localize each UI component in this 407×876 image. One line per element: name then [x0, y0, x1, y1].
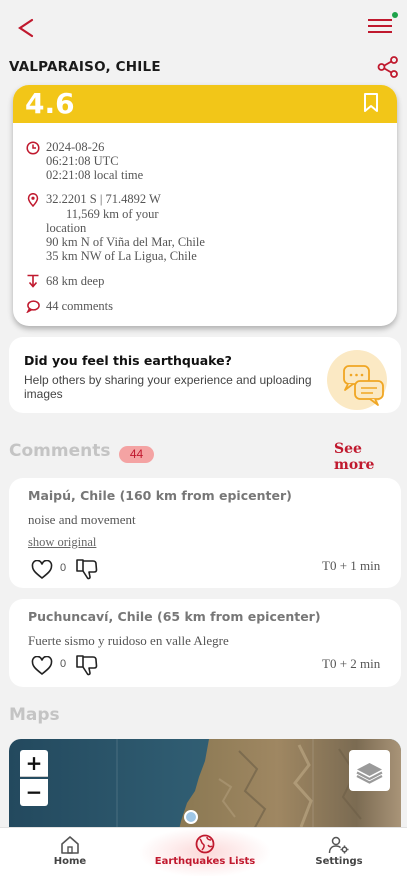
like-count: 0 — [60, 562, 67, 574]
did-you-feel-card[interactable]: Did you feel this earthquake? Help other… — [9, 337, 401, 413]
location-title: VALPARAISO, CHILE — [9, 59, 161, 75]
back-chevron-icon[interactable] — [14, 14, 38, 42]
zoom-out-button[interactable]: − — [20, 779, 48, 806]
feel-description: Help others by sharing your experience a… — [24, 373, 312, 401]
location-pin-icon — [27, 193, 39, 207]
quake-comment-count[interactable]: 44 comments — [46, 299, 113, 314]
comments-count-badge: 44 — [119, 446, 154, 463]
comment-location: Puchuncaví, Chile (65 km from epicenter) — [28, 609, 321, 624]
notification-dot — [392, 12, 398, 18]
depth-arrow-icon — [27, 274, 39, 288]
quake-coordinates: 32.2201 S | 71.4892 W — [46, 192, 161, 206]
see-more-link[interactable]: See more — [334, 441, 407, 473]
clock-icon — [26, 141, 40, 155]
bookmark-icon[interactable] — [363, 93, 379, 113]
nav-settings[interactable]: Settings — [270, 828, 407, 876]
maps-heading: Maps — [9, 705, 60, 725]
comments-heading: Comments — [9, 441, 111, 461]
thumbs-down-icon[interactable] — [75, 654, 99, 676]
map-layers-button[interactable] — [349, 750, 390, 791]
nav-earthquakes-lists[interactable]: Earthquakes Lists — [135, 828, 275, 876]
magnitude-value: 4.6 — [25, 87, 75, 120]
comment-time: T0 + 2 min — [322, 656, 381, 671]
distance-from-user: 11,569 km of your — [66, 207, 159, 221]
user-settings-icon — [328, 836, 349, 854]
nav-earthquakes-label: Earthquakes Lists — [154, 856, 256, 867]
comment-card: Puchuncaví, Chile (65 km from epicenter)… — [9, 599, 401, 687]
comment-card: Maipú, Chile (160 km from epicenter) noi… — [9, 478, 401, 588]
share-icon[interactable] — [377, 56, 399, 78]
quake-depth: 68 km deep — [46, 274, 105, 288]
comment-text: noise and movement — [28, 512, 136, 527]
nearby-city-2: 35 km NW of La Ligua, Chile — [46, 249, 197, 263]
nav-home[interactable]: Home — [0, 828, 140, 876]
nav-settings-label: Settings — [315, 856, 363, 867]
heart-like-icon[interactable] — [31, 560, 53, 580]
top-bar — [0, 0, 407, 54]
home-icon — [61, 836, 79, 854]
bottom-navigation: Home Earthquakes Lists Settings — [0, 827, 407, 876]
earthquake-map[interactable]: + − — [9, 739, 401, 839]
comment-location: Maipú, Chile (160 km from epicenter) — [28, 488, 292, 503]
show-original-link[interactable]: show original — [28, 535, 96, 550]
satellite-terrain-map — [9, 739, 401, 839]
chat-bubbles-illustration-icon — [327, 350, 387, 410]
comment-text: Fuerte sismo y ruidoso en valle Alegre — [28, 633, 229, 648]
quake-local-time: 02:21:08 local time — [46, 168, 144, 182]
zoom-in-button[interactable]: + — [20, 750, 48, 777]
quake-utc-time: 06:21:08 UTC — [46, 154, 119, 168]
magnitude-bar: 4.6 — [13, 85, 397, 123]
nav-home-label: Home — [53, 856, 87, 867]
thumbs-down-icon[interactable] — [75, 558, 99, 580]
quake-date: 2024-08-26 — [46, 140, 105, 154]
comment-time: T0 + 1 min — [322, 558, 381, 573]
nearby-city-1: 90 km N of Viña del Mar, Chile — [46, 235, 205, 249]
distance-suffix: location — [46, 221, 87, 235]
layers-icon — [356, 763, 383, 784]
earthquake-detail-card: 4.6 2024-08-26 06:21:08 UTC 02:21:08 loc… — [13, 85, 397, 326]
epicenter-marker[interactable] — [184, 810, 198, 824]
feel-title: Did you feel this earthquake? — [24, 353, 232, 368]
globe-icon — [195, 834, 215, 854]
like-count: 0 — [60, 658, 67, 670]
heart-like-icon[interactable] — [31, 656, 53, 676]
hamburger-menu-icon[interactable] — [368, 14, 396, 38]
comment-bubble-icon — [26, 300, 40, 313]
